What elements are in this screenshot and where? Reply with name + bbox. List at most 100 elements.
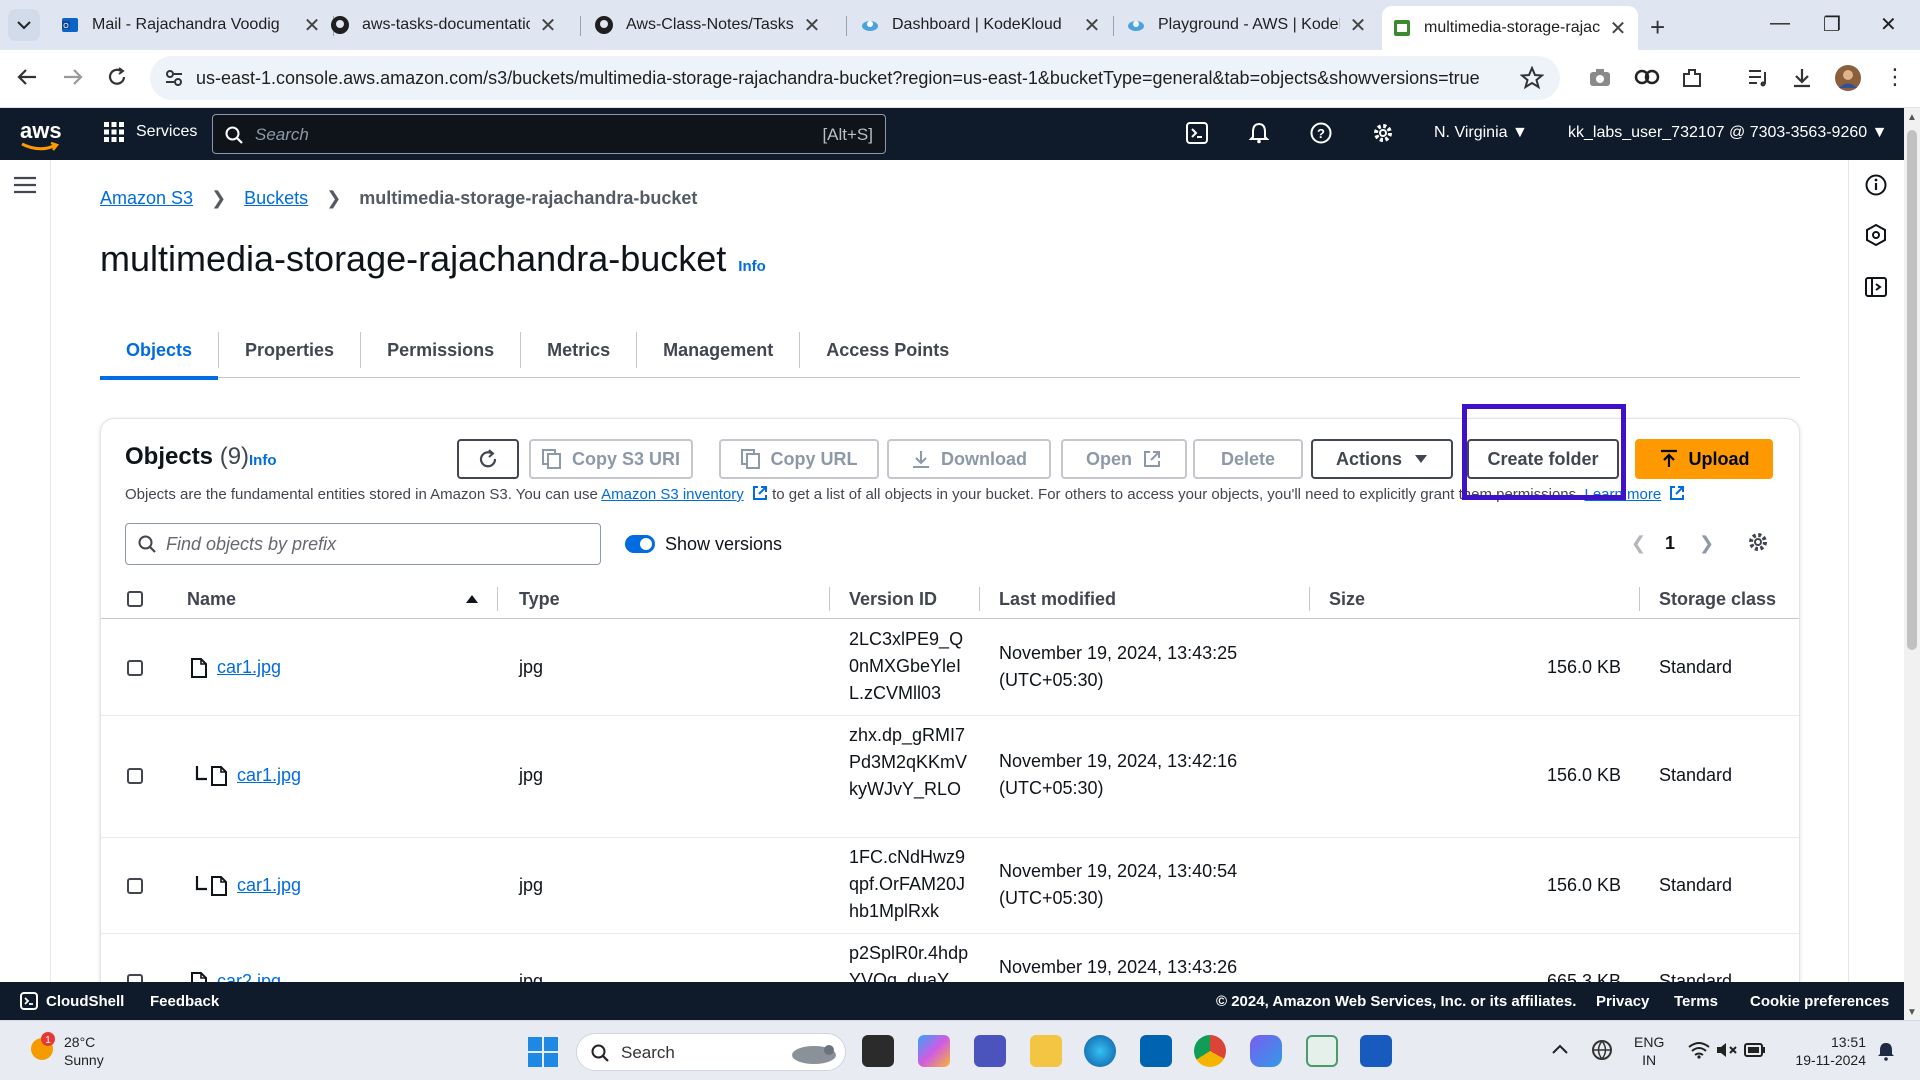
cloudshell-link[interactable]: CloudShell — [46, 993, 124, 1010]
select-all-checkbox[interactable] — [127, 591, 143, 607]
restore-icon[interactable]: ❐ — [1823, 12, 1841, 37]
previous-page-icon[interactable]: ❮ — [1631, 533, 1646, 554]
reload-icon[interactable] — [106, 66, 128, 88]
close-icon[interactable]: ✕ — [802, 13, 822, 38]
app-icon[interactable] — [1250, 1035, 1282, 1067]
column-last-modified[interactable]: Last modified — [999, 589, 1116, 610]
row-checkbox[interactable] — [127, 768, 143, 784]
browser-tab-aws-class-notes[interactable]: Aws-Class-Notes/Tasks/Ta ✕ — [584, 7, 832, 43]
cookie-preferences-link[interactable]: Cookie preferences — [1750, 993, 1889, 1010]
refresh-button[interactable] — [457, 439, 519, 479]
find-objects-input[interactable]: Find objects by prefix — [125, 523, 601, 565]
notifications-bell-icon[interactable] — [1248, 122, 1270, 144]
page-info-link[interactable]: Info — [738, 258, 766, 275]
table-row[interactable]: car1.jpg jpg zhx.dp_gRMI7Pd3M2qKKmVkyWJv… — [101, 716, 1799, 838]
column-storage-class[interactable]: Storage class — [1659, 589, 1776, 610]
show-versions-toggle[interactable] — [625, 535, 655, 553]
browser-tab-mail[interactable]: O Mail - Rajachandra Voodig ✕ — [50, 7, 332, 43]
settings-gear-icon[interactable] — [1372, 122, 1394, 144]
snipping-tool-icon[interactable] — [1306, 1035, 1338, 1067]
page-scrollbar[interactable]: ▲ ▼ — [1904, 108, 1920, 1020]
object-name-link[interactable]: car1.jpg — [237, 765, 301, 786]
aws-search-input[interactable]: Search [Alt+S] — [212, 114, 886, 154]
windows-start-icon[interactable] — [528, 1037, 558, 1067]
object-name-link[interactable]: car1.jpg — [237, 875, 301, 896]
bookmark-star-icon[interactable] — [1520, 66, 1544, 90]
tab-management[interactable]: Management — [637, 322, 799, 378]
objects-info-link[interactable]: Info — [249, 452, 277, 469]
new-tab-button[interactable]: + — [1650, 12, 1665, 43]
open-button[interactable]: Open — [1061, 439, 1187, 479]
copy-s3-uri-button[interactable]: Copy S3 URI — [529, 439, 693, 479]
tab-metrics[interactable]: Metrics — [521, 322, 636, 378]
browser-tab-aws-tasks[interactable]: aws-tasks-documentation/ ✕ — [320, 7, 568, 43]
close-icon[interactable]: ✕ — [302, 13, 322, 38]
profile-avatar[interactable] — [1834, 64, 1862, 92]
close-icon[interactable]: ✕ — [1082, 13, 1102, 38]
forward-icon[interactable] — [62, 66, 84, 88]
weather-widget[interactable]: 28°C Sunny — [64, 1033, 104, 1069]
tab-permissions[interactable]: Permissions — [361, 322, 520, 378]
cloudshell-icon[interactable] — [1186, 122, 1208, 144]
extensions-puzzle-icon[interactable] — [1680, 66, 1704, 90]
close-window-icon[interactable]: ✕ — [1880, 12, 1897, 37]
upload-button[interactable]: Upload — [1635, 439, 1773, 479]
hamburger-menu-icon[interactable] — [14, 176, 36, 194]
column-version-id[interactable]: Version ID — [849, 589, 937, 610]
back-icon[interactable] — [16, 66, 38, 88]
copy-url-button[interactable]: Copy URL — [719, 439, 879, 479]
side-panel-icon[interactable] — [1865, 276, 1887, 298]
row-checkbox[interactable] — [127, 660, 143, 676]
speaker-muted-icon[interactable] — [1716, 1041, 1738, 1059]
breadcrumb-buckets[interactable]: Buckets — [244, 188, 308, 209]
info-panel-icon[interactable] — [1865, 174, 1887, 196]
word-icon[interactable] — [1360, 1035, 1392, 1067]
sun-weather-icon[interactable]: 1 — [26, 1031, 58, 1063]
clock[interactable]: 13:51 19-11-2024 — [1786, 1033, 1866, 1069]
s3-inventory-link[interactable]: Amazon S3 inventory — [601, 486, 744, 503]
column-type[interactable]: Type — [519, 589, 560, 610]
chrome-icon[interactable] — [1194, 1035, 1226, 1067]
network-status-icon[interactable] — [1590, 1039, 1614, 1061]
tab-properties[interactable]: Properties — [219, 322, 360, 378]
account-menu[interactable]: kk_labs_user_732107 @ 7303-3563-9260 ▼ — [1568, 124, 1887, 142]
browser-tab-s3-bucket[interactable]: multimedia-storage-rajach ✕ — [1382, 6, 1638, 50]
edge-icon[interactable] — [1084, 1035, 1116, 1067]
next-page-icon[interactable]: ❯ — [1699, 533, 1714, 554]
privacy-link[interactable]: Privacy — [1596, 993, 1649, 1010]
extension-copilot-icon[interactable] — [1634, 66, 1660, 88]
column-name[interactable]: Name — [187, 589, 236, 610]
media-control-icon[interactable] — [1746, 66, 1770, 90]
tab-search-button[interactable] — [8, 9, 40, 41]
url-bar[interactable]: us-east-1.console.aws.amazon.com/s3/buck… — [150, 56, 1560, 100]
battery-icon[interactable] — [1744, 1043, 1766, 1057]
breadcrumb-amazon-s3[interactable]: Amazon S3 — [100, 188, 193, 209]
row-checkbox[interactable] — [127, 878, 143, 894]
terms-link[interactable]: Terms — [1674, 993, 1718, 1010]
taskbar-search[interactable]: Search — [576, 1033, 846, 1071]
delete-button[interactable]: Delete — [1193, 439, 1303, 479]
wifi-icon[interactable] — [1688, 1041, 1710, 1059]
actions-dropdown[interactable]: Actions — [1311, 439, 1453, 479]
tab-access-points[interactable]: Access Points — [800, 322, 975, 378]
notification-bell-icon[interactable] — [1876, 1041, 1896, 1061]
feedback-link[interactable]: Feedback — [150, 993, 219, 1010]
browser-tab-kodekloud-playground[interactable]: Playground - AWS | KodeK ✕ — [1116, 7, 1378, 43]
chevron-up-icon[interactable] — [1552, 1043, 1568, 1055]
copilot-icon[interactable] — [918, 1035, 950, 1067]
tab-objects[interactable]: Objects — [100, 322, 219, 380]
download-button[interactable]: Download — [887, 439, 1051, 479]
site-info-icon[interactable] — [164, 68, 184, 88]
downloads-icon[interactable] — [1790, 66, 1814, 90]
help-icon[interactable]: ? — [1310, 122, 1332, 144]
table-preferences-gear-icon[interactable] — [1747, 531, 1769, 553]
store-icon[interactable] — [1140, 1035, 1172, 1067]
table-row[interactable]: car1.jpg jpg 1FC.cNdHwz9qpf.OrFAM20Jhb1M… — [101, 838, 1799, 934]
table-row[interactable]: car1.jpg jpg 2LC3xlPE9_Q0nMXGbeYleIL.zCV… — [101, 620, 1799, 716]
close-icon[interactable]: ✕ — [1608, 16, 1628, 41]
browser-tab-kodekloud-dashboard[interactable]: Dashboard | KodeKloud ✕ — [850, 7, 1112, 43]
file-explorer-icon[interactable] — [1030, 1035, 1062, 1067]
current-page-number[interactable]: 1 — [1665, 533, 1675, 554]
close-icon[interactable]: ✕ — [1348, 13, 1368, 38]
column-size[interactable]: Size — [1329, 589, 1365, 610]
